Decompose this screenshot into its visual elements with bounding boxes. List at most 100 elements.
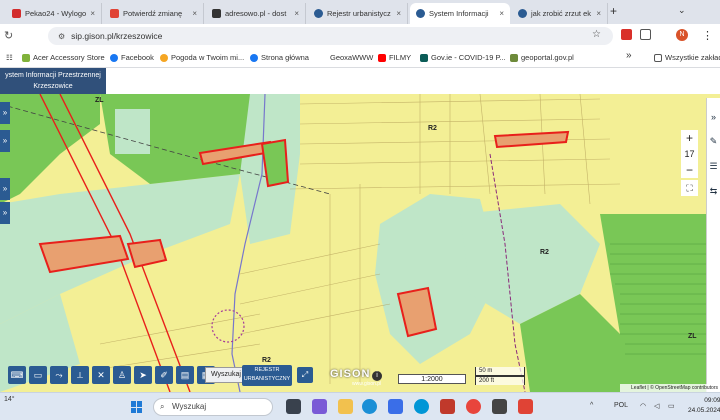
bookmarks-bar: ☷ Acer Accessory Store Facebook Pogoda w… bbox=[0, 48, 720, 68]
tab-title: Pekao24 - Wylogo bbox=[25, 9, 87, 18]
pdf-extension-icon[interactable] bbox=[621, 29, 632, 40]
windows-start-icon[interactable] bbox=[131, 401, 143, 413]
scale-value[interactable]: 1:2000 bbox=[398, 374, 466, 384]
browser-tab[interactable]: Rejestr urbanistycz × bbox=[308, 3, 408, 24]
tab-close-icon[interactable]: × bbox=[396, 9, 401, 18]
cross-icon[interactable]: ✕ bbox=[92, 366, 110, 384]
search-button[interactable]: Wyszukaj bbox=[205, 367, 247, 383]
task-view-icon[interactable] bbox=[286, 399, 301, 414]
browser-tab[interactable]: Pekao24 - Wylogo × bbox=[6, 3, 102, 24]
expand-panel-icon[interactable]: » bbox=[707, 112, 720, 122]
site-info-icon[interactable]: ⚙ bbox=[58, 32, 65, 41]
clock[interactable]: 09:09 24.05.2024 bbox=[688, 396, 720, 416]
gmail-icon[interactable] bbox=[518, 399, 533, 414]
site-title: ystem Informacji Przestrzennej Krzeszowi… bbox=[0, 68, 106, 94]
acer-icon bbox=[22, 53, 30, 62]
fullscreen-map-icon[interactable]: ⛶ bbox=[681, 180, 698, 196]
map-attribution[interactable]: Leaflet | © OpenStreetMap contributors bbox=[620, 384, 720, 392]
bookmark-label: GeoxaWWW bbox=[330, 53, 374, 62]
weather-widget[interactable]: 14° bbox=[4, 396, 15, 403]
profile-avatar[interactable]: N bbox=[676, 29, 688, 41]
wifi-icon[interactable]: ◠ bbox=[640, 402, 646, 410]
panel-expand-button[interactable]: » bbox=[0, 102, 10, 124]
tab-search-chevron-icon[interactable]: ⌄ bbox=[678, 5, 686, 16]
bookmarks-folder[interactable]: Wszystkie zakład bbox=[654, 53, 720, 62]
taskbar-search-input[interactable]: ⌕ Wyszukaj bbox=[153, 398, 273, 416]
bookmark-label: geoportal.gov.pl bbox=[521, 53, 574, 62]
panel-expand-button[interactable]: » bbox=[0, 178, 10, 200]
bookmark-star-icon[interactable]: ☆ bbox=[592, 29, 601, 40]
folder-icon bbox=[654, 53, 662, 62]
web-content: R2 R2 ZL ZL R2 ystem Informacji Przestrz… bbox=[0, 68, 720, 392]
urban-register-button[interactable]: REJESTR URBANISTYCZNY bbox=[242, 365, 292, 386]
tray-overflow-icon[interactable]: ^ bbox=[590, 402, 593, 409]
bookmark-item[interactable]: Facebook bbox=[110, 53, 154, 62]
tab-close-icon[interactable]: × bbox=[499, 9, 504, 18]
layers-icon[interactable]: ☰ bbox=[707, 161, 720, 172]
bookmark-label: Gov.ie - COVID-19 P... bbox=[431, 53, 506, 62]
route-icon[interactable]: ⤳ bbox=[50, 366, 68, 384]
bookmark-item[interactable]: geoportal.gov.pl bbox=[510, 53, 574, 62]
bookmark-label: Strona główna bbox=[261, 53, 309, 62]
panel-expand-button[interactable]: » bbox=[0, 130, 10, 152]
map-book-icon[interactable]: ▤ bbox=[176, 366, 194, 384]
measure-icon[interactable]: ⟂ bbox=[71, 366, 89, 384]
gison-url: www.gison.pl bbox=[352, 381, 382, 387]
expand-icon[interactable]: ⤢ bbox=[297, 367, 313, 383]
share-icon[interactable]: ⇆ bbox=[707, 186, 720, 197]
panel-expand-button[interactable]: » bbox=[0, 202, 10, 224]
gmail-icon bbox=[110, 9, 119, 18]
bookmark-item[interactable]: Acer Accessory Store bbox=[22, 53, 105, 62]
battery-icon[interactable]: ▭ bbox=[668, 402, 675, 410]
hp-icon[interactable] bbox=[414, 399, 429, 414]
file-explorer-icon[interactable] bbox=[338, 399, 353, 414]
new-tab-button[interactable]: + bbox=[610, 4, 617, 18]
zoom-in-button[interactable]: + bbox=[681, 130, 698, 146]
tab-title: Rejestr urbanistycz bbox=[327, 9, 391, 18]
bookmark-item[interactable]: Strona główna bbox=[250, 53, 309, 62]
tab-close-icon[interactable]: × bbox=[596, 9, 601, 18]
all-apps-icon[interactable]: ☷ bbox=[6, 53, 13, 62]
tab-favicon-icon bbox=[12, 9, 21, 18]
zoom-level: 17 bbox=[681, 146, 698, 162]
info-icon[interactable]: i bbox=[372, 371, 382, 381]
browser-tab[interactable]: jak zrobić zrzut ek × bbox=[512, 3, 608, 24]
geoportal-icon bbox=[510, 53, 518, 62]
language-indicator[interactable]: POL bbox=[614, 402, 628, 409]
store-icon[interactable] bbox=[388, 399, 403, 414]
pdf-app-icon[interactable] bbox=[440, 399, 455, 414]
extensions-icon[interactable] bbox=[640, 29, 651, 40]
person-icon[interactable]: ♙ bbox=[113, 366, 131, 384]
bookmark-label: Wszystkie zakład bbox=[665, 53, 720, 62]
draw-icon[interactable]: ✐ bbox=[155, 366, 173, 384]
reload-icon[interactable]: ↻ bbox=[4, 29, 13, 42]
teams-icon[interactable] bbox=[312, 399, 327, 414]
bookmark-item[interactable]: Pogoda w Twoim mi... bbox=[160, 53, 244, 62]
print-icon[interactable]: ▭ bbox=[29, 366, 47, 384]
bookmarks-overflow-button[interactable]: » bbox=[626, 50, 632, 61]
address-bar[interactable]: ⚙ sip.gison.pl/krzeszowice bbox=[48, 27, 613, 45]
browser-tab[interactable]: adresowo.pl - dost × bbox=[206, 3, 306, 24]
tab-title: jak zrobić zrzut ek bbox=[531, 9, 592, 18]
browser-menu-icon[interactable]: ⋮ bbox=[702, 29, 713, 42]
tab-close-icon[interactable]: × bbox=[192, 9, 197, 18]
browser-tab-active[interactable]: System Informacji × bbox=[410, 3, 510, 24]
tab-close-icon[interactable]: × bbox=[90, 9, 95, 18]
browser-tab[interactable]: Potwierdź zmianę × bbox=[104, 3, 204, 24]
ruler-icon[interactable]: ✎ bbox=[707, 136, 720, 147]
tab-favicon-icon bbox=[314, 9, 323, 18]
url-text: sip.gison.pl/krzeszowice bbox=[71, 31, 163, 41]
edge-icon[interactable] bbox=[362, 399, 377, 414]
navigate-icon[interactable]: ➤ bbox=[134, 366, 152, 384]
volume-icon[interactable]: ◁ bbox=[654, 402, 659, 410]
bookmark-item[interactable]: GeoxaWWW bbox=[330, 53, 373, 62]
clock-time: 09:09 bbox=[704, 397, 720, 404]
tab-close-icon[interactable]: × bbox=[294, 9, 299, 18]
keyboard-icon[interactable]: ⌨ bbox=[8, 366, 26, 384]
zoom-out-button[interactable]: − bbox=[681, 162, 698, 178]
chrome-icon[interactable] bbox=[466, 399, 481, 414]
app-icon[interactable] bbox=[492, 399, 507, 414]
zoning-map[interactable]: R2 R2 ZL ZL R2 bbox=[0, 94, 720, 392]
bookmark-item[interactable]: FILMY bbox=[378, 53, 411, 62]
bookmark-item[interactable]: Gov.ie - COVID-19 P... bbox=[420, 53, 506, 62]
